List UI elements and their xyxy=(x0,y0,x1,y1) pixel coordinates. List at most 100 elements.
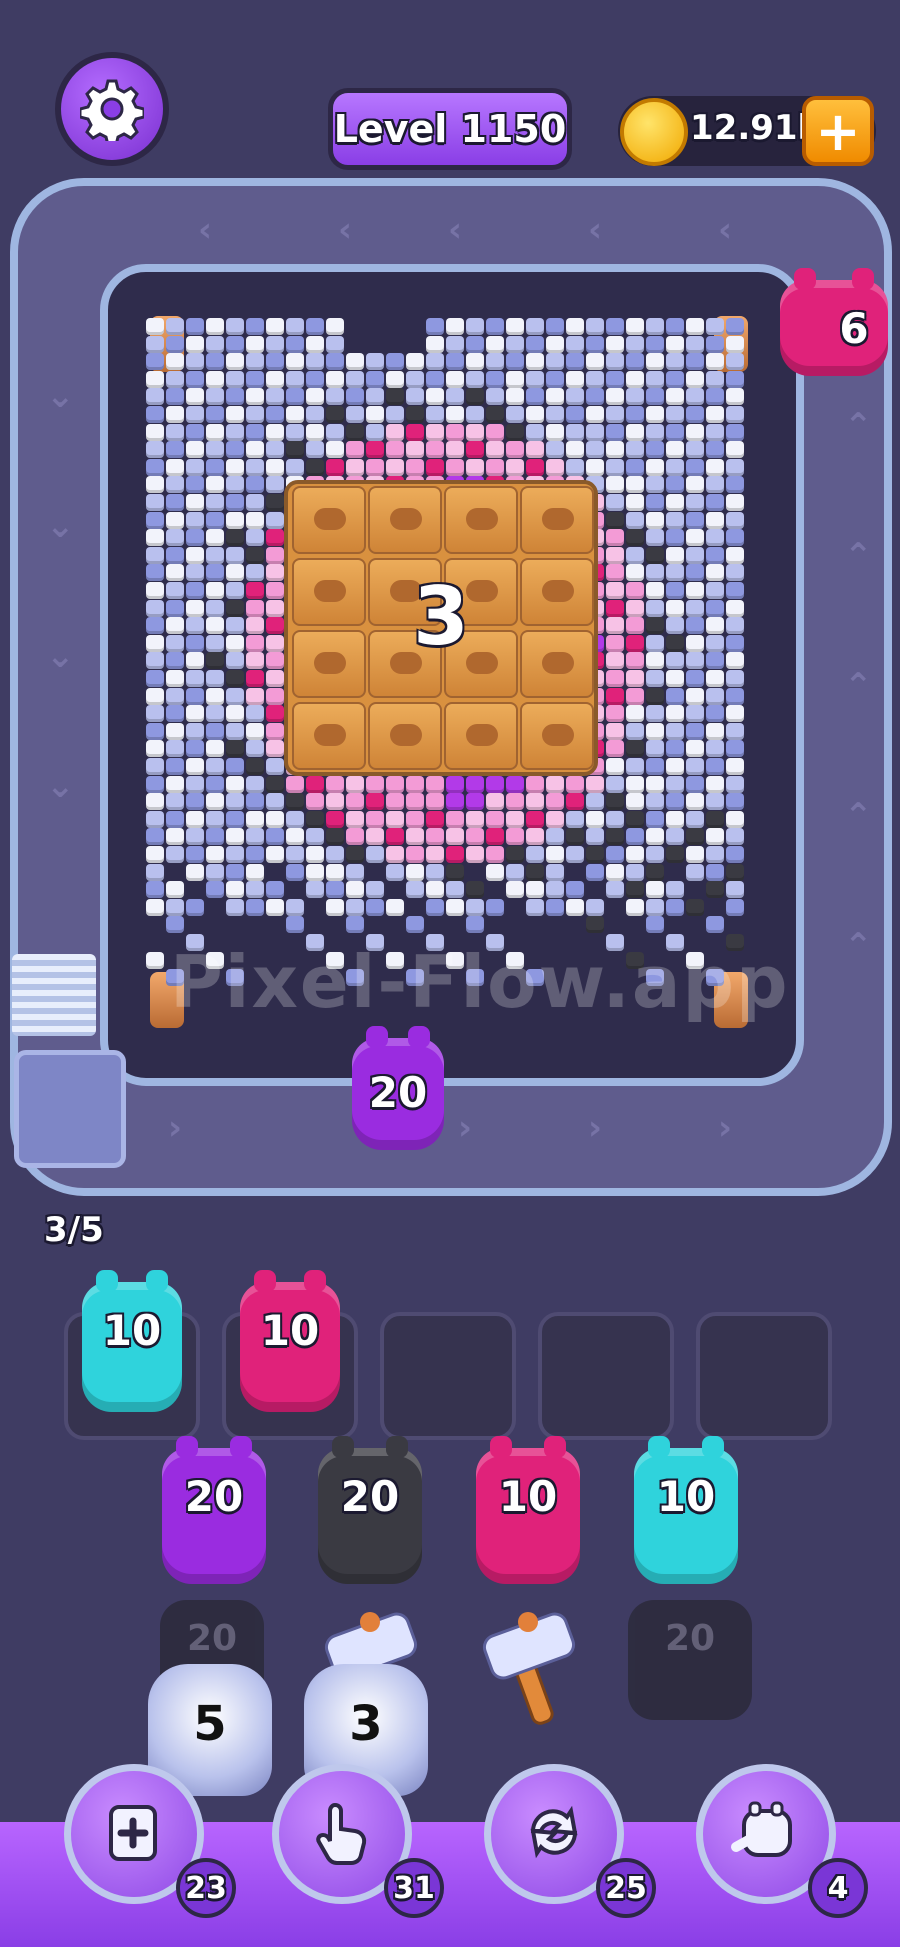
pixel-block xyxy=(186,758,204,775)
pixel-block xyxy=(666,828,684,846)
pixel-block xyxy=(466,810,484,828)
pixel-block xyxy=(246,634,264,652)
pixel-block xyxy=(606,423,624,441)
pixel-block xyxy=(226,335,244,353)
shooter-pig[interactable]: 10 xyxy=(476,1436,580,1584)
crate-tile xyxy=(520,702,594,770)
pixel-block xyxy=(226,406,244,423)
pixel-block xyxy=(366,898,384,916)
pixel-block xyxy=(526,423,544,441)
pixel-block xyxy=(506,810,524,828)
queued-pig-count: 10 xyxy=(102,1306,162,1355)
pixel-block xyxy=(246,758,264,775)
pixel-block xyxy=(566,828,584,846)
waiting-slot[interactable] xyxy=(696,1312,832,1440)
pixel-block xyxy=(686,423,704,441)
pixel-block xyxy=(286,916,304,934)
pixel-block xyxy=(146,951,164,969)
pixel-block xyxy=(346,388,364,406)
queued-pig[interactable]: 10 xyxy=(240,1270,340,1412)
pixel-block xyxy=(586,423,604,441)
pixel-block xyxy=(146,511,164,529)
pixel-block xyxy=(406,828,424,846)
settings-button[interactable] xyxy=(55,52,169,166)
pixel-block xyxy=(266,775,284,793)
pixel-block xyxy=(586,828,604,846)
pixel-block xyxy=(486,335,504,353)
pixel-block xyxy=(306,335,324,353)
pixel-block xyxy=(726,318,744,335)
pixel-block xyxy=(726,828,744,846)
pixel-block xyxy=(666,441,684,459)
pixel-block xyxy=(506,881,524,899)
pixel-block xyxy=(626,564,644,582)
pixel-block xyxy=(306,846,324,863)
pixel-block xyxy=(246,687,264,705)
pixel-block xyxy=(726,617,744,635)
pixel-block xyxy=(486,793,504,811)
pixel-block xyxy=(146,705,164,723)
pixel-block xyxy=(726,458,744,476)
chevron-left-icon: ‹ xyxy=(198,210,213,250)
pixel-block xyxy=(646,846,664,863)
pixel-block xyxy=(146,441,164,459)
pixel-block xyxy=(406,370,424,388)
waiting-slot[interactable] xyxy=(380,1312,516,1440)
pixel-block xyxy=(166,458,184,476)
pixel-block xyxy=(226,846,244,863)
pixel-block xyxy=(606,670,624,687)
queued-pig[interactable]: 10 xyxy=(82,1270,182,1412)
pixel-block xyxy=(246,775,264,793)
pixel-block xyxy=(266,582,284,599)
pixel-block xyxy=(366,810,384,828)
pixel-block xyxy=(266,670,284,687)
pixel-block xyxy=(706,775,724,793)
shooter-pig[interactable]: 10 xyxy=(634,1436,738,1584)
pixel-block xyxy=(566,810,584,828)
pixel-block xyxy=(646,529,664,547)
pixel-block xyxy=(726,582,744,599)
pixel-block xyxy=(586,406,604,423)
shooter-pig[interactable]: 20 xyxy=(318,1436,422,1584)
conveyor-pig-count: 20 xyxy=(368,1068,428,1117)
pixel-block xyxy=(346,370,364,388)
pixel-block xyxy=(506,775,524,793)
pixel-block xyxy=(446,335,464,353)
pixel-block xyxy=(246,740,264,758)
booster-count-badge: 31 xyxy=(384,1858,444,1918)
pixel-block xyxy=(606,318,624,335)
pixel-block xyxy=(226,564,244,582)
pixel-block xyxy=(346,353,364,371)
pixel-block xyxy=(166,652,184,670)
pixel-block xyxy=(646,406,664,423)
pixel-block xyxy=(486,863,504,881)
pixel-block xyxy=(726,758,744,775)
waiting-slot[interactable] xyxy=(538,1312,674,1440)
pixel-block xyxy=(246,881,264,899)
pixel-block xyxy=(266,634,284,652)
add-coins-button[interactable]: + xyxy=(802,96,874,166)
pixel-block xyxy=(646,494,664,511)
pixel-block xyxy=(446,863,464,881)
pixel-block xyxy=(486,318,504,335)
pixel-block xyxy=(226,318,244,335)
pixel-block xyxy=(626,388,644,406)
pixel-block xyxy=(466,898,484,916)
pixel-block xyxy=(186,810,204,828)
crate-tile xyxy=(444,486,518,554)
jar-count: 5 xyxy=(193,1696,227,1752)
pixel-block xyxy=(726,546,744,564)
pixel-block xyxy=(246,388,264,406)
pixel-block xyxy=(346,775,364,793)
pixel-block xyxy=(626,406,644,423)
shooter-pig[interactable]: 20 xyxy=(162,1436,266,1584)
pixel-block xyxy=(646,916,664,934)
hammer-icon[interactable] xyxy=(476,1610,586,1734)
pixel-block xyxy=(546,898,564,916)
pixel-block xyxy=(366,423,384,441)
pixel-block xyxy=(666,494,684,511)
pixel-block xyxy=(546,353,564,371)
pixel-block xyxy=(666,423,684,441)
pixel-block xyxy=(646,599,664,617)
chevron-up-icon: ⌃ xyxy=(844,406,873,446)
